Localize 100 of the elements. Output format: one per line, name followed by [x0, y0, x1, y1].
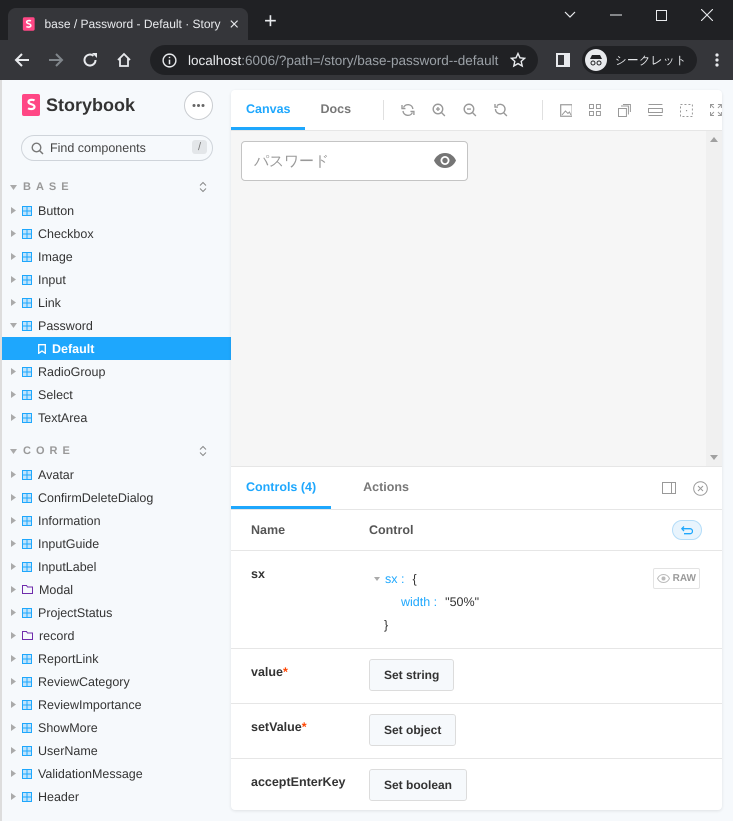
password-field[interactable]: パスワード: [241, 141, 468, 181]
caret-icon[interactable]: [10, 448, 17, 454]
layers-icon[interactable]: [618, 104, 632, 116]
set-value-button[interactable]: Set string: [369, 659, 454, 691]
caret-icon: [10, 323, 17, 328]
browser-tab[interactable]: base / Password - Default · Story: [8, 8, 248, 40]
caret-icon: [11, 724, 16, 731]
component-icon: [22, 654, 32, 664]
undo-icon: [681, 526, 693, 534]
sidebar-item[interactable]: ReviewCategory: [2, 670, 231, 693]
zoom-reset-icon[interactable]: [494, 103, 508, 117]
grid-icon[interactable]: [589, 104, 602, 116]
storybook-logo-icon: [22, 94, 40, 116]
panel-layout-icon[interactable]: [662, 482, 676, 494]
star-icon[interactable]: [510, 52, 526, 68]
sidebar-item[interactable]: ReportLink: [2, 647, 231, 670]
forward-icon[interactable]: [48, 52, 64, 68]
tab-title: base / Password - Default · Story: [44, 17, 221, 31]
sidebar-item[interactable]: record: [2, 624, 231, 647]
sidebar-item[interactable]: Header: [2, 785, 231, 808]
sidebar-item[interactable]: ReviewImportance: [2, 693, 231, 716]
set-value-button[interactable]: Set object: [369, 714, 456, 746]
sidebar-item[interactable]: ConfirmDeleteDialog: [2, 486, 231, 509]
sidebar-item[interactable]: Information: [2, 509, 231, 532]
sidebar-item[interactable]: Button: [2, 199, 231, 222]
column-header: Name: [251, 523, 286, 537]
home-icon[interactable]: [116, 52, 132, 68]
component-icon: [22, 722, 32, 732]
incognito-badge[interactable]: シークレット: [582, 46, 697, 74]
minimize-icon[interactable]: [610, 14, 622, 16]
sidebar-item[interactable]: ShowMore: [2, 716, 231, 739]
component-icon: [22, 390, 32, 400]
info-icon: [162, 52, 177, 68]
component-icon: [22, 274, 32, 284]
incognito-icon: [585, 49, 607, 71]
sidebar-item[interactable]: Select: [2, 383, 231, 406]
ruler-icon[interactable]: [648, 104, 664, 116]
zoom-out-icon[interactable]: [462, 103, 477, 117]
component-icon: [22, 470, 32, 480]
outline-icon[interactable]: [680, 104, 694, 116]
sidebar-item[interactable]: Avatar: [2, 463, 231, 486]
url-text: localhost:6006/?path=/story/base-password--default: [188, 52, 499, 68]
set-value-button[interactable]: Set boolean: [369, 769, 468, 801]
component-icon: [22, 538, 32, 548]
more-icon[interactable]: [184, 90, 213, 120]
zoom-in-icon[interactable]: [432, 103, 446, 117]
sidebar-item[interactable]: Input: [2, 268, 231, 291]
address-bar[interactable]: localhost:6006/?path=/story/base-password--default: [150, 45, 538, 75]
sidebar-item[interactable]: Modal: [2, 578, 231, 601]
menu-icon[interactable]: [715, 53, 719, 67]
component-icon: [22, 676, 32, 686]
component-icon: [22, 746, 32, 756]
image-icon[interactable]: [560, 104, 572, 116]
caret-icon: [11, 747, 16, 754]
reset-button[interactable]: [672, 520, 702, 540]
scrollbar[interactable]: [706, 131, 722, 466]
new-tab-button[interactable]: +: [264, 8, 277, 34]
caret-icon: [11, 414, 16, 421]
scroll-down-icon[interactable]: [710, 455, 718, 460]
sidebar-item[interactable]: UserName: [2, 739, 231, 762]
prop-name: acceptEnterKey: [251, 775, 346, 789]
caret-icon: [11, 471, 16, 478]
eye-icon[interactable]: [434, 153, 456, 168]
addon-tab[interactable]: Actions: [348, 467, 424, 509]
component-icon: [22, 700, 32, 710]
expand-collapse-icon[interactable]: [199, 181, 207, 193]
search-icon: [31, 142, 44, 155]
storybook-logo-icon: [22, 16, 36, 32]
sidebar-item[interactable]: InputGuide: [2, 532, 231, 555]
caret-icon: [11, 517, 16, 524]
panel-tab[interactable]: Docs: [305, 90, 366, 130]
sidebar-item[interactable]: Password: [2, 314, 231, 337]
scroll-up-icon[interactable]: [710, 137, 718, 142]
caret-icon: [11, 609, 16, 616]
maximize-icon[interactable]: [656, 10, 667, 20]
sidebar-item[interactable]: RadioGroup: [2, 360, 231, 383]
back-icon[interactable]: [14, 52, 30, 68]
component-icon: [22, 252, 32, 262]
caret-icon: [11, 391, 16, 398]
sidebar-item[interactable]: TextArea: [2, 406, 231, 429]
expand-collapse-icon[interactable]: [199, 445, 207, 457]
shortcut-key: /: [192, 140, 207, 154]
reload-icon[interactable]: [82, 52, 98, 68]
sidebar-item[interactable]: ProjectStatus: [2, 601, 231, 624]
side-panel-icon[interactable]: [556, 53, 570, 67]
component-icon: [22, 768, 32, 778]
component-icon: [22, 206, 32, 216]
sidebar-item[interactable]: Link: [2, 291, 231, 314]
sidebar-item[interactable]: Checkbox: [2, 222, 231, 245]
caret-icon[interactable]: [10, 184, 17, 190]
sidebar-item[interactable]: ValidationMessage: [2, 762, 231, 785]
refresh-icon[interactable]: [401, 103, 415, 117]
fullscreen-icon[interactable]: [710, 104, 722, 116]
component-icon: [22, 492, 32, 502]
chevron-down-icon[interactable]: [564, 11, 576, 19]
caret-icon[interactable]: [374, 576, 380, 580]
component-icon: [22, 298, 32, 308]
object-editor[interactable]: sx : { width : "50%" }: [369, 567, 480, 636]
sidebar-item[interactable]: Image: [2, 245, 231, 268]
sidebar-item[interactable]: InputLabel: [2, 555, 231, 578]
